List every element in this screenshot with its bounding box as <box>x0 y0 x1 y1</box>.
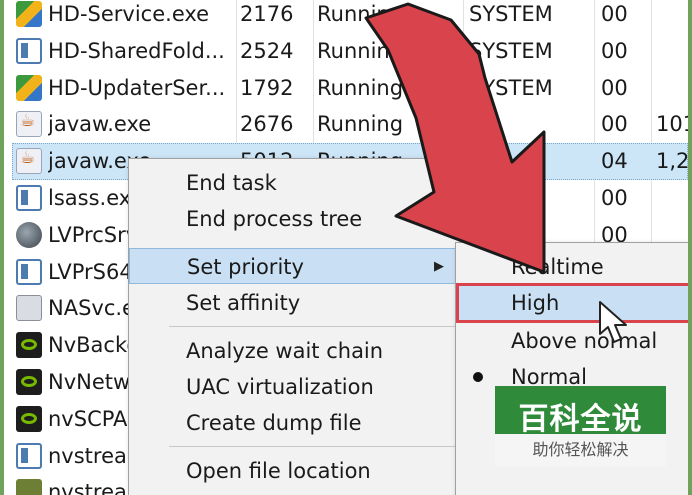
process-cpu: 00 <box>601 38 628 63</box>
menu-item-analyze-wait-chain[interactable]: Analyze wait chain <box>129 333 467 369</box>
window-icon <box>16 185 42 211</box>
nvidia-icon <box>16 369 42 395</box>
frame-border-left <box>0 0 4 495</box>
process-user: SYSTEM <box>469 38 553 63</box>
menu-item-set-priority[interactable]: Set priority ▶ <box>129 248 467 284</box>
process-cpu: 00 <box>601 75 628 100</box>
window-icon <box>16 258 42 285</box>
process-pid: 2176 <box>240 2 294 26</box>
process-name: javaw.exe <box>48 112 152 137</box>
process-name: HD-UpdaterSer... <box>48 75 226 100</box>
process-name: HD-Service.exe <box>48 2 210 26</box>
process-user: SYSTEM <box>469 75 553 100</box>
menu-item-uac-virtualization[interactable]: UAC virtualization <box>129 369 467 405</box>
process-memory <box>656 0 692 33</box>
process-status: Running <box>317 112 404 137</box>
process-row[interactable]: HD-Service.exe 2176 Running SYSTEM 00 <box>4 0 688 33</box>
process-cpu: 04 <box>601 149 628 174</box>
nvs-icon <box>16 479 42 495</box>
process-user <box>469 143 587 180</box>
frame-border-right <box>688 0 692 495</box>
hd-icon <box>16 1 42 27</box>
java-icon <box>16 111 42 138</box>
priority-realtime[interactable]: Realtime <box>456 249 692 285</box>
process-cpu: 00 <box>601 186 628 210</box>
lvprc-icon <box>16 221 42 248</box>
hd-icon <box>16 74 42 101</box>
menu-item-create-dump-file[interactable]: Create dump file <box>129 405 467 441</box>
menu-separator <box>169 446 463 447</box>
process-status: Runnin <box>317 38 390 63</box>
process-memory: 101 <box>656 112 692 137</box>
nvidia-icon <box>16 332 42 359</box>
chevron-right-icon: ▶ <box>434 259 444 274</box>
process-memory <box>656 33 692 70</box>
window-icon <box>16 442 42 469</box>
process-row[interactable]: HD-UpdaterSer... 1792 Running SYSTEM 00 <box>4 70 688 107</box>
menu-item-end-task[interactable]: End task <box>129 165 467 201</box>
process-context-menu: End task End process tree Set priority ▶… <box>128 158 470 495</box>
process-row[interactable]: HD-SharedFold... 2524 Runnin SYSTEM 00 <box>4 33 688 70</box>
process-row[interactable]: javaw.exe 2676 Running 00 101 <box>4 106 692 143</box>
menu-separator <box>169 326 463 327</box>
nvidia-icon <box>16 405 42 432</box>
priority-above-normal[interactable]: Above normal <box>456 323 692 359</box>
watermark-subtitle: 助你轻松解决 <box>495 434 666 466</box>
radio-selected-icon <box>473 372 483 382</box>
menu-item-end-process-tree[interactable]: End process tree <box>129 201 467 237</box>
watermark-logo: 百科全说 助你轻松解决 <box>495 386 666 466</box>
nas-icon <box>16 295 42 322</box>
process-pid: 2524 <box>240 38 294 63</box>
task-manager-window: HD-Service.exe 2176 Running SYSTEM 00 HD-Shar… <box>0 0 692 495</box>
process-memory: 1,2 <box>656 149 690 174</box>
process-status: Running <box>317 75 404 100</box>
menu-item-open-file-location[interactable]: Open file location <box>129 453 467 489</box>
process-user <box>469 106 587 143</box>
process-pid: 1792 <box>240 75 294 100</box>
process-memory <box>656 180 692 217</box>
window-icon <box>16 37 42 64</box>
process-pid: 2676 <box>240 112 294 137</box>
process-user: SYSTEM <box>469 2 553 26</box>
process-cpu: 00 <box>601 112 628 137</box>
watermark-title: 百科全说 <box>518 402 643 437</box>
process-status: Running <box>317 2 404 26</box>
java-icon <box>16 148 42 175</box>
mouse-cursor-icon <box>599 301 627 343</box>
priority-high[interactable]: High <box>456 283 692 323</box>
process-user: M <box>469 186 488 210</box>
process-name: HD-SharedFold... <box>48 38 225 63</box>
menu-item-set-affinity[interactable]: Set affinity <box>129 285 467 321</box>
process-cpu: 00 <box>601 2 628 26</box>
process-memory <box>656 70 692 107</box>
